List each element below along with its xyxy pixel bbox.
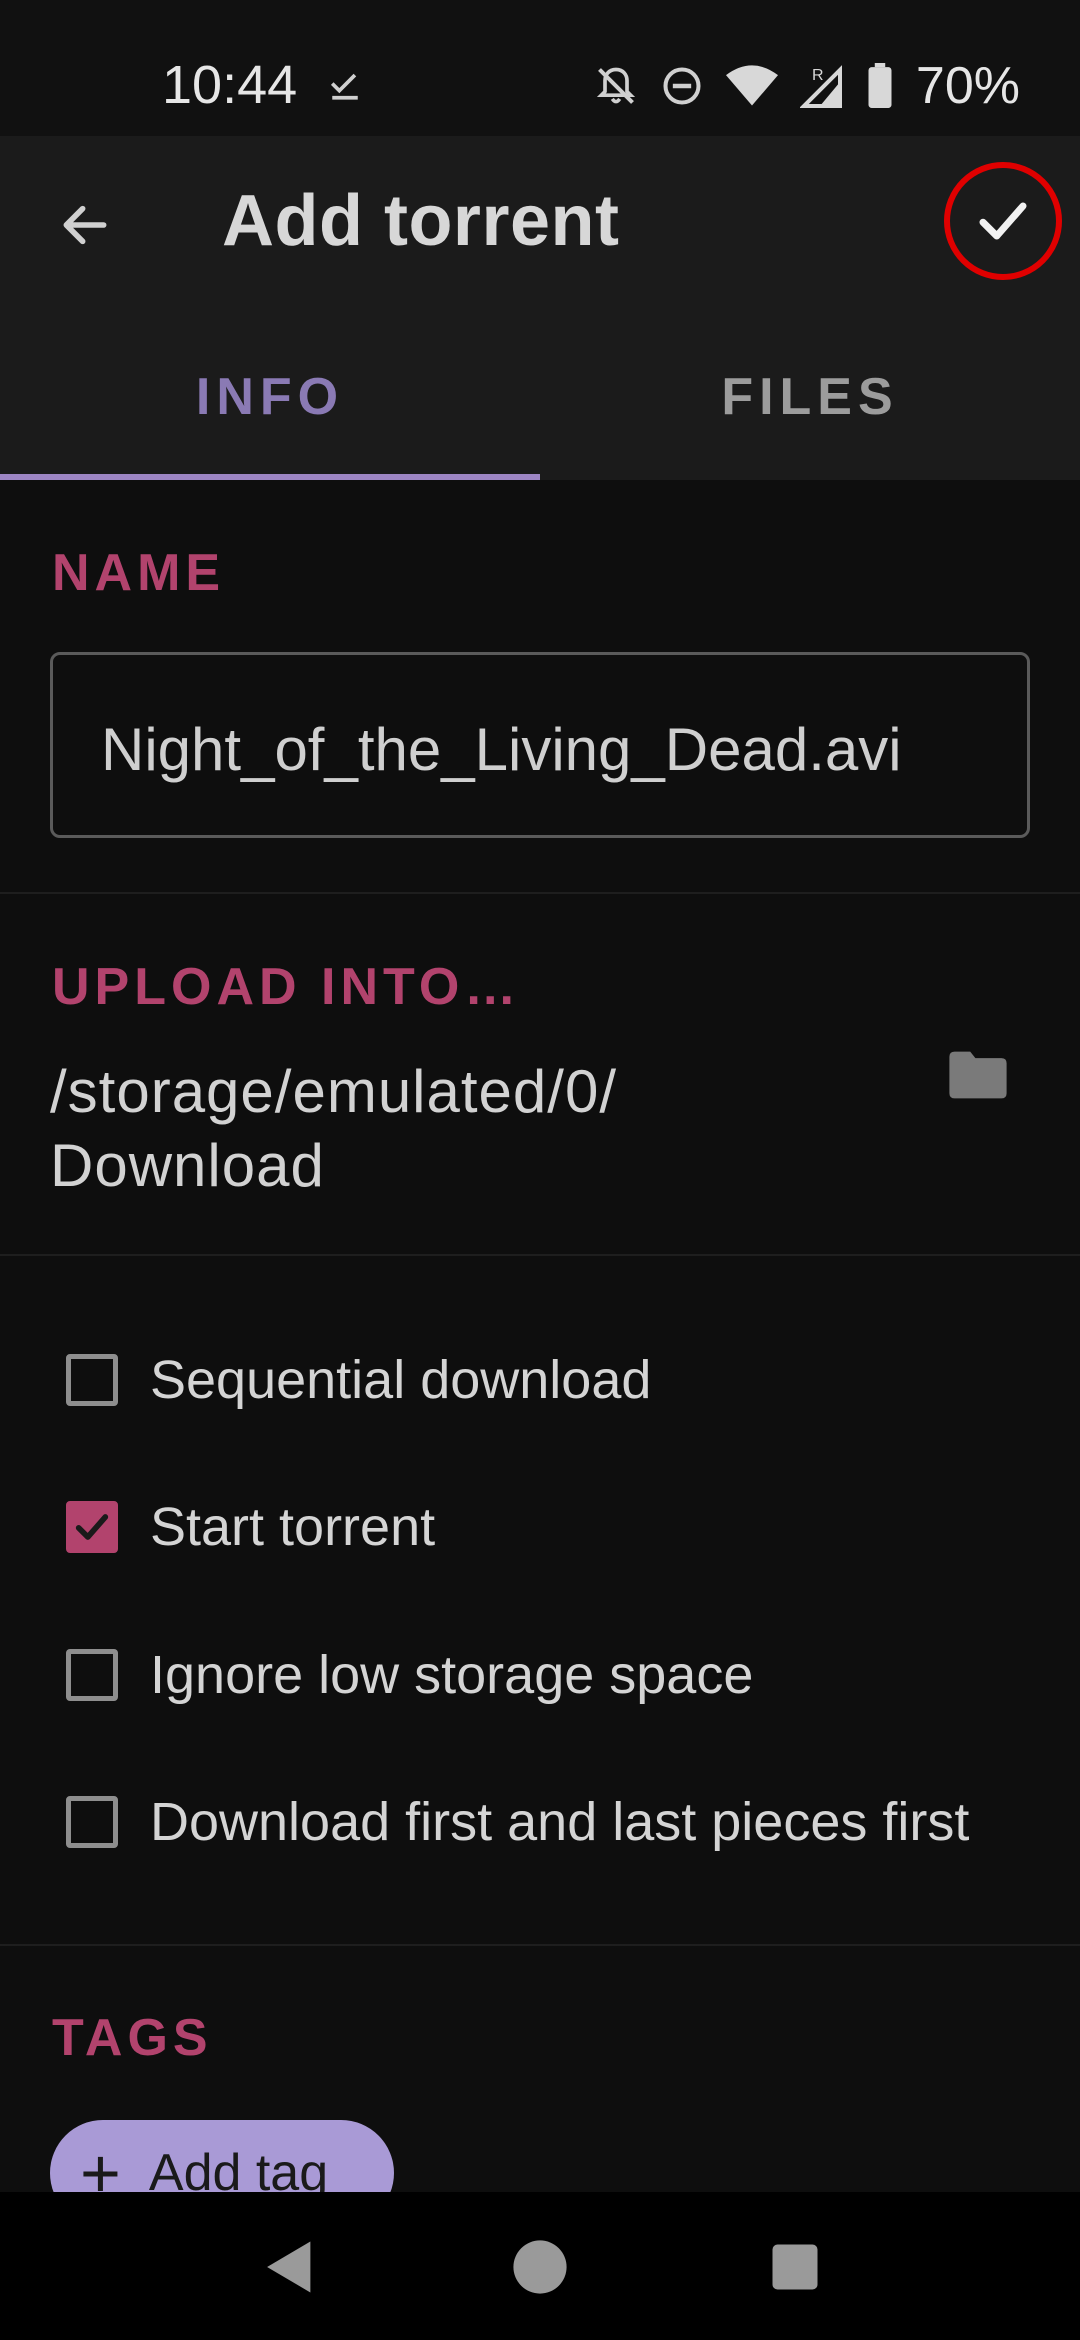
option-label: Sequential download bbox=[150, 1350, 652, 1410]
system-nav-bar bbox=[0, 2192, 1080, 2340]
status-icons: R 70% bbox=[594, 56, 1020, 116]
name-field[interactable]: Night_of_the_Living_Dead.avi bbox=[50, 652, 1030, 838]
option-ignore-low-storage[interactable]: Ignore low storage space bbox=[66, 1630, 753, 1720]
option-start-torrent[interactable]: Start torrent bbox=[66, 1482, 435, 1572]
tab-files[interactable]: FILES bbox=[540, 314, 1080, 480]
upload-section-label: UPLOAD INTO… bbox=[52, 958, 522, 1016]
signal-roaming-icon: R bbox=[799, 65, 842, 108]
nav-recents-button[interactable] bbox=[760, 2232, 830, 2302]
svg-text:R: R bbox=[812, 67, 824, 84]
app-bar: Add torrent bbox=[0, 136, 1080, 314]
download-complete-icon bbox=[330, 73, 358, 100]
page-title: Add torrent bbox=[222, 181, 620, 261]
option-label: Ignore low storage space bbox=[150, 1645, 754, 1705]
back-button[interactable] bbox=[40, 180, 130, 270]
notifications-off-icon bbox=[596, 67, 636, 104]
do-not-disturb-icon bbox=[663, 67, 701, 105]
checkmark-icon bbox=[75, 1514, 109, 1540]
tab-indicator bbox=[0, 474, 540, 480]
wifi-icon bbox=[725, 65, 778, 106]
tab-info[interactable]: INFO bbox=[0, 314, 540, 480]
arrow-left-icon bbox=[63, 205, 107, 245]
triangle-back-icon bbox=[267, 2241, 311, 2293]
divider bbox=[0, 1254, 1080, 1256]
tags-section-label: TAGS bbox=[52, 2009, 213, 2067]
nav-home-button[interactable] bbox=[505, 2232, 575, 2302]
option-label: Download first and last pieces first bbox=[150, 1792, 970, 1852]
upload-path-line2: Download bbox=[50, 1132, 325, 1199]
nav-back-button[interactable] bbox=[255, 2232, 325, 2302]
checkbox[interactable] bbox=[66, 1501, 118, 1553]
confirm-button[interactable] bbox=[944, 162, 1062, 280]
tab-bar: INFO FILES bbox=[0, 314, 1080, 480]
option-first-last-pieces[interactable]: Download first and last pieces first bbox=[66, 1777, 969, 1867]
status-bar: 10:44 R 70% bbox=[0, 0, 1080, 136]
checkbox[interactable] bbox=[66, 1796, 118, 1848]
name-field-value: Night_of_the_Living_Dead.avi bbox=[101, 716, 902, 783]
divider bbox=[0, 1944, 1080, 1946]
status-time: 10:44 bbox=[162, 55, 298, 115]
square-recents-icon bbox=[772, 2244, 818, 2290]
battery-percent: 70% bbox=[915, 57, 1020, 115]
divider bbox=[0, 892, 1080, 894]
circle-home-icon bbox=[513, 2240, 567, 2294]
check-icon bbox=[979, 202, 1027, 240]
folder-icon bbox=[949, 1051, 1007, 1099]
option-sequential-download[interactable]: Sequential download bbox=[66, 1335, 651, 1425]
upload-path-line1: /storage/emulated/0/ bbox=[50, 1058, 618, 1125]
checkbox[interactable] bbox=[66, 1649, 118, 1701]
battery-icon bbox=[868, 63, 892, 108]
checkbox[interactable] bbox=[66, 1354, 118, 1406]
choose-folder-button[interactable] bbox=[930, 1035, 1026, 1115]
name-section-label: NAME bbox=[52, 544, 226, 602]
option-label: Start torrent bbox=[150, 1497, 436, 1557]
upload-path[interactable]: /storage/emulated/0/ Download bbox=[50, 1055, 810, 1203]
